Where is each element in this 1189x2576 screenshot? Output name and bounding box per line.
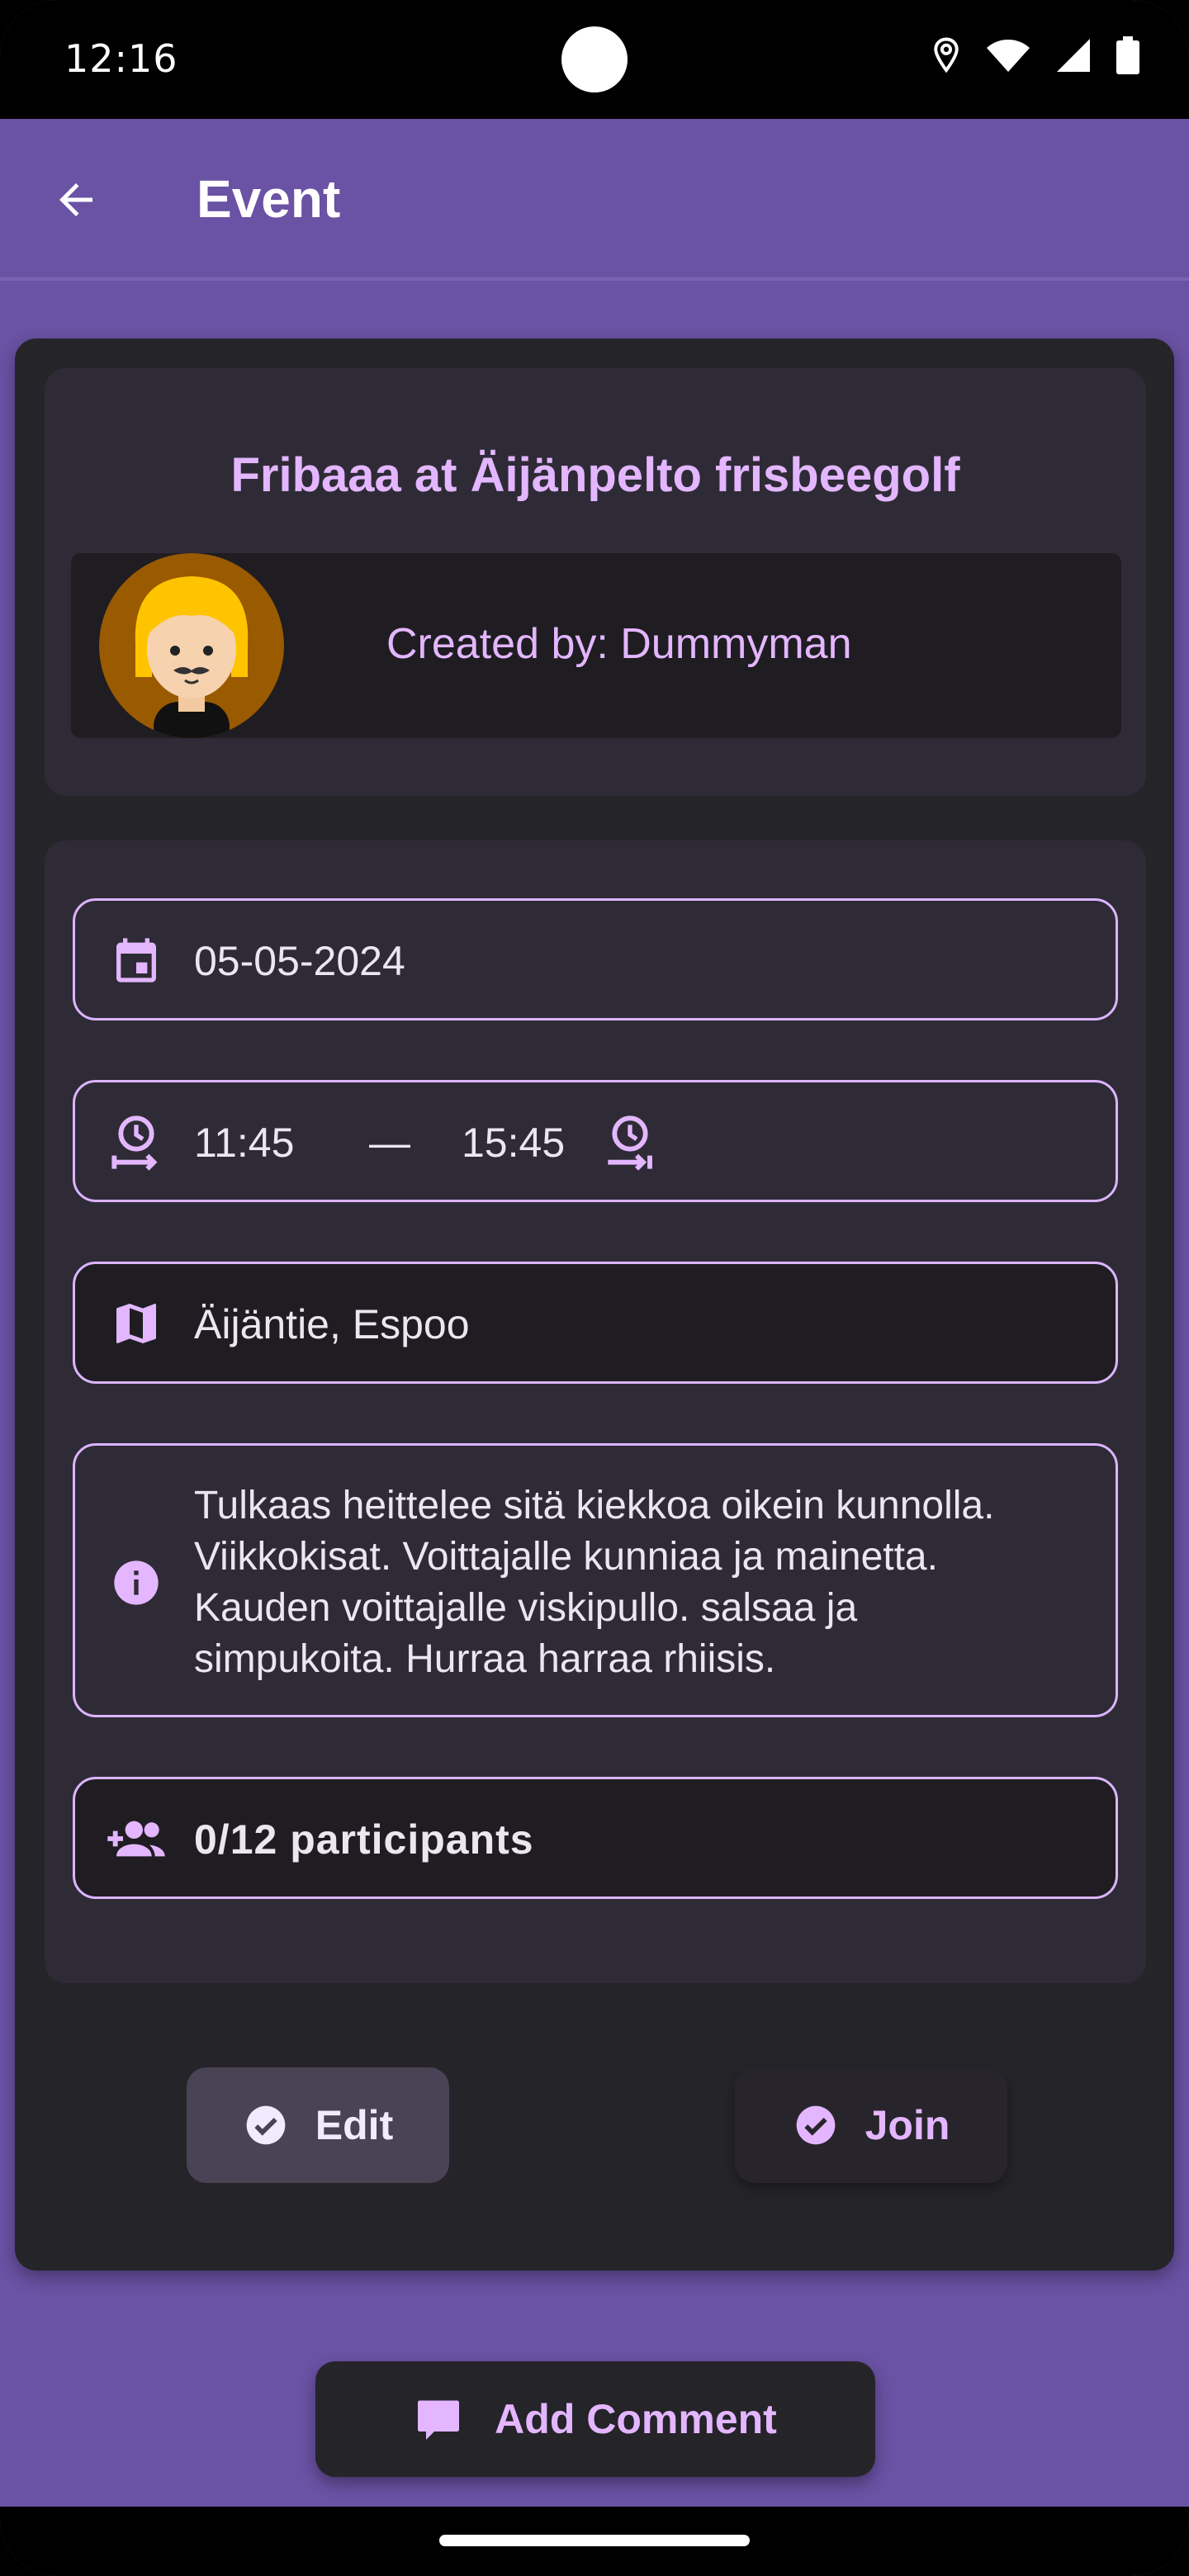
- comment-icon: [418, 2400, 460, 2440]
- edit-label: Edit: [315, 2102, 394, 2148]
- battery-icon: [1116, 36, 1139, 74]
- date-value: 05-05-2024: [194, 938, 405, 984]
- time-separator: —: [369, 1120, 410, 1166]
- calendar-icon: [116, 938, 156, 983]
- back-button[interactable]: [43, 167, 109, 233]
- camera-cutout: [561, 26, 628, 92]
- description-line: Tulkaas heittelee sitä kiekkoa oikein ku…: [194, 1484, 995, 1527]
- status-icons: [931, 36, 1139, 74]
- event-details: 05-05-2024 11:45 — 15:45 Äijäntie, Espoo…: [45, 841, 1146, 1983]
- wifi-icon: [986, 37, 1030, 73]
- participants-field[interactable]: 0/12 participants: [73, 1777, 1118, 1899]
- location-value: Äijäntie, Espoo: [194, 1301, 470, 1347]
- creator-label: Created by: Dummyman: [386, 620, 852, 668]
- description-line: Kauden voittajalle viskipullo. salsaa ja: [194, 1586, 858, 1630]
- check-circle-icon: [246, 2105, 286, 2145]
- home-indicator[interactable]: [439, 2535, 750, 2546]
- page-title: Event: [197, 169, 341, 229]
- event-header: Fribaaa at Äijänpelto frisbeegolf Create…: [45, 368, 1146, 796]
- join-label: Join: [865, 2102, 950, 2148]
- arrow-left-icon: [59, 183, 92, 216]
- edit-button[interactable]: Edit: [187, 2067, 449, 2183]
- description-line: simpukoita. Hurraa harraa rhiisis.: [194, 1637, 776, 1681]
- add-comment-label: Add Comment: [495, 2396, 777, 2442]
- group-add-icon: [107, 1821, 165, 1857]
- avatar: [99, 553, 284, 738]
- time-start-value: 11:45: [194, 1120, 295, 1166]
- description-line: Viikkokisat. Voittajalle kunniaa ja main…: [194, 1535, 938, 1579]
- status-time: 12:16: [64, 36, 178, 81]
- participants-value: 0/12 participants: [194, 1816, 534, 1863]
- date-field[interactable]: 05-05-2024: [73, 898, 1118, 1020]
- add-comment-button[interactable]: Add Comment: [315, 2361, 875, 2477]
- navigation-bar: [0, 2507, 1189, 2576]
- location-field[interactable]: Äijäntie, Espoo: [73, 1262, 1118, 1384]
- info-icon: [114, 1560, 159, 1605]
- join-button[interactable]: Join: [735, 2067, 1007, 2183]
- timer-start-icon: [111, 1115, 158, 1171]
- map-icon: [116, 1304, 156, 1343]
- time-end-value: 15:45: [462, 1120, 566, 1166]
- signal-icon: [1055, 37, 1092, 73]
- creator-row: Created by: Dummyman: [71, 553, 1121, 738]
- timer-end-icon: [608, 1115, 652, 1171]
- top-app-bar: Event: [0, 119, 1189, 281]
- time-field[interactable]: 11:45 — 15:45: [73, 1080, 1118, 1202]
- status-bar: 12:16: [0, 0, 1189, 119]
- event-card: Fribaaa at Äijänpelto frisbeegolf Create…: [15, 339, 1174, 2271]
- description-field[interactable]: Tulkaas heittelee sitä kiekkoa oikein ku…: [73, 1443, 1118, 1717]
- check-circle-icon: [796, 2105, 835, 2145]
- event-title: Fribaaa at Äijänpelto frisbeegolf: [230, 448, 960, 502]
- app-screen: 12:16 Event Fribaaa at Äijänpelto frisbe…: [0, 0, 1189, 2576]
- location-icon: [931, 36, 961, 74]
- description-text: Tulkaas heittelee sitä kiekkoa oikein ku…: [194, 1480, 1094, 1685]
